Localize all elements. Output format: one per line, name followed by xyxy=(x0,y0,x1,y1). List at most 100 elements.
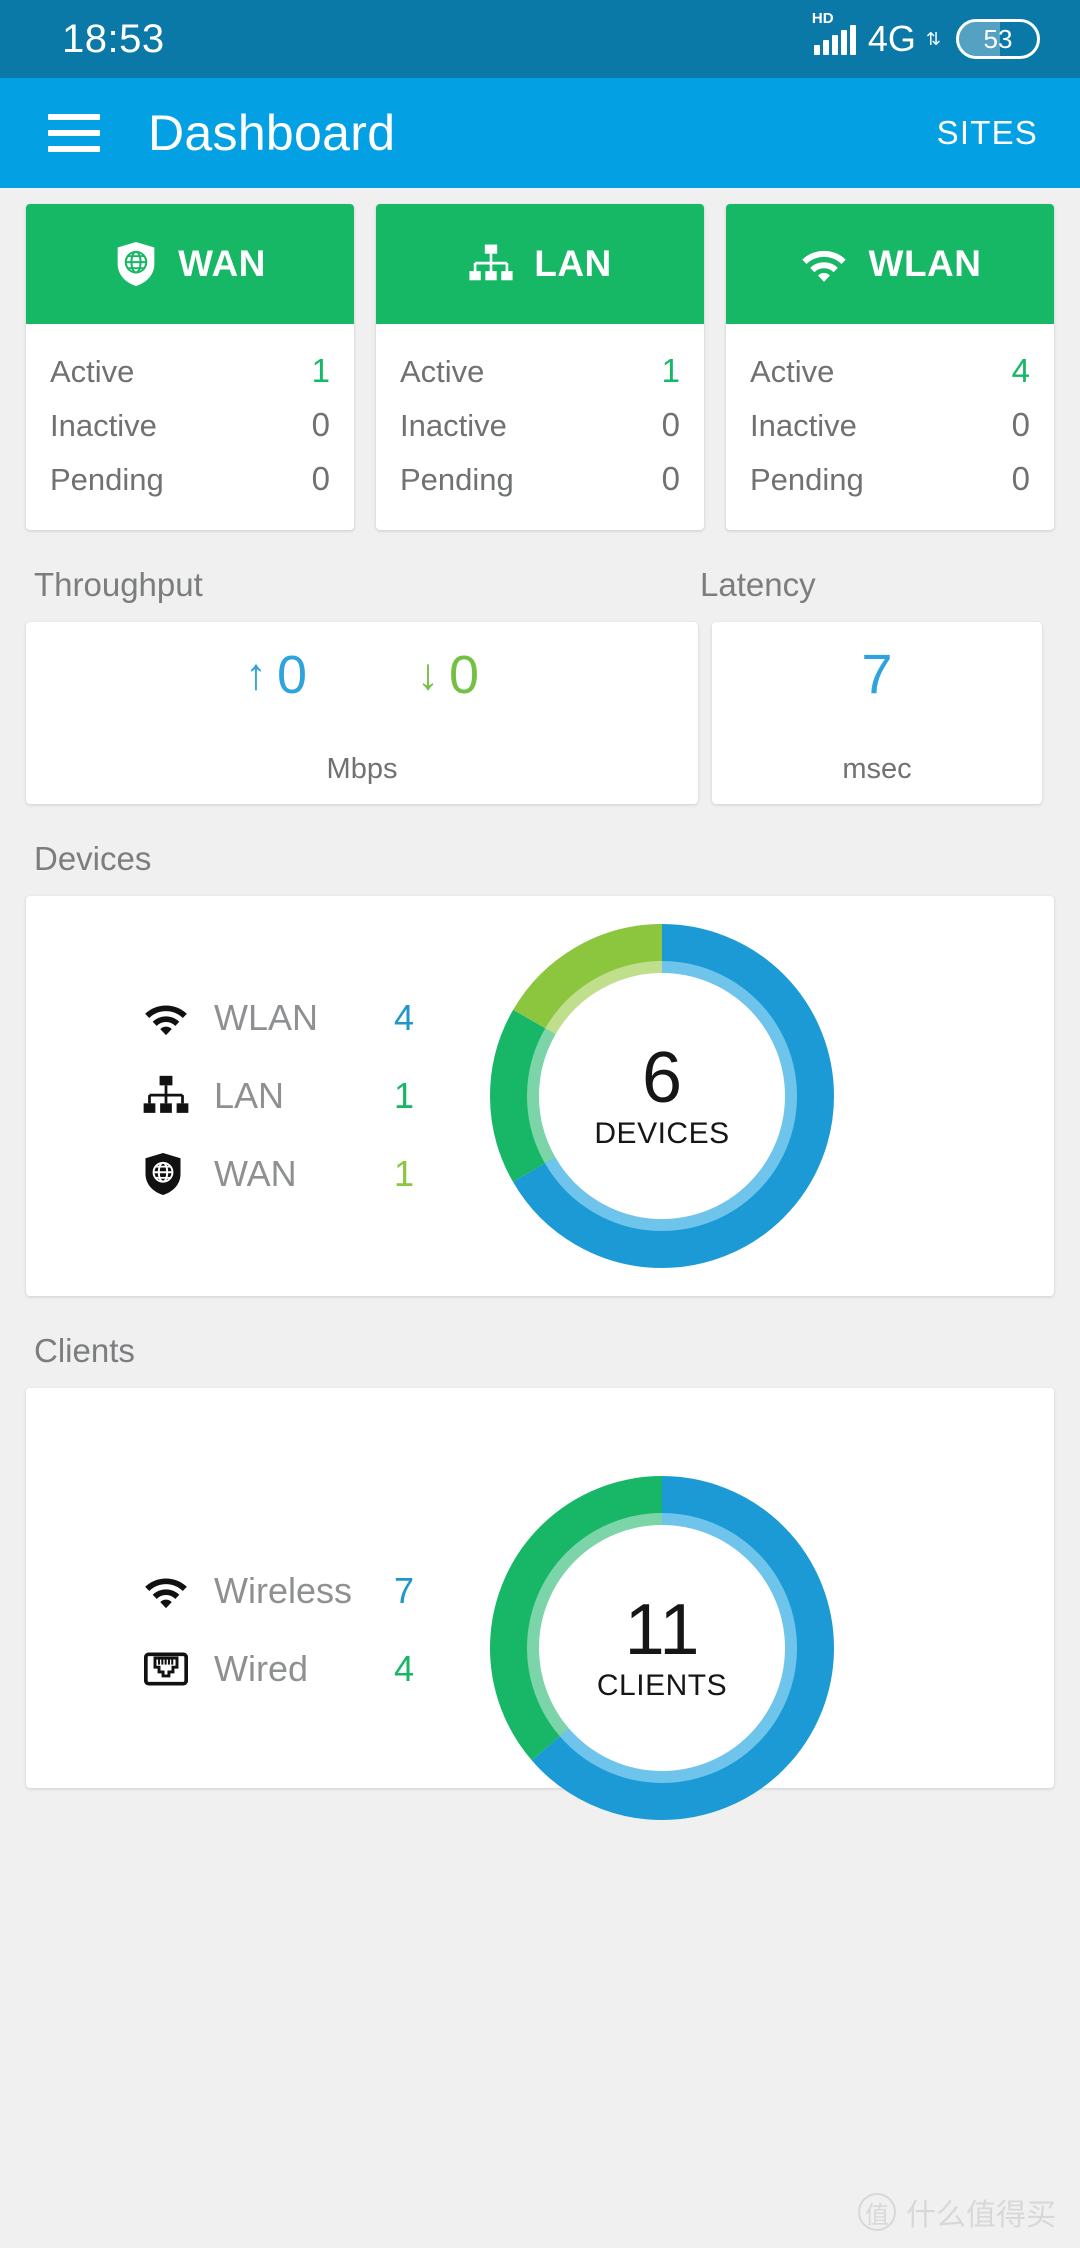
devices-legend-lan-value: 1 xyxy=(394,1075,415,1116)
watermark: 值 什么值得买 xyxy=(858,2190,1056,2234)
app-bar: Dashboard SITES xyxy=(0,78,1080,188)
clients-legend-wireless: Wireless 7 xyxy=(142,1552,446,1630)
wlan-active-value: 4 xyxy=(1011,352,1030,389)
lan-active-label: Active xyxy=(400,354,485,389)
app-root: 18:53 HD 4G ⇅ 53 Dashboard SITES WAN Act… xyxy=(0,0,1080,2248)
battery-icon: 53 xyxy=(956,19,1040,59)
wifi-icon xyxy=(142,999,214,1037)
wlan-active-row: Active 4 xyxy=(750,344,1030,398)
watermark-text: 什么值得买 xyxy=(906,2199,1056,2232)
devices-legend-wlan: WLAN 4 xyxy=(142,979,446,1057)
throughput-card[interactable]: ↑ 0 ↓ 0 Mbps xyxy=(26,622,698,804)
lan-active-row: Active 1 xyxy=(400,344,680,398)
wan-inactive-label: Inactive xyxy=(50,408,157,443)
devices-legend-wan-value: 1 xyxy=(394,1153,415,1194)
clients-legend-wired-label: Wired xyxy=(214,1648,309,1689)
status-bar-clock: 18:53 xyxy=(62,16,165,61)
wan-card-title: WAN xyxy=(178,243,266,284)
lan-active-value: 1 xyxy=(661,352,680,389)
wan-inactive-row: Inactive 0 xyxy=(50,398,330,452)
wan-status-card[interactable]: WAN Active 1 Inactive 0 Pending 0 xyxy=(26,204,354,530)
clients-legend-wireless-label: Wireless xyxy=(214,1570,353,1611)
upload-value: 0 xyxy=(276,645,307,705)
devices-legend-wan: WAN 1 xyxy=(142,1135,446,1213)
wan-pending-value: 0 xyxy=(311,460,330,497)
throughput-section-label: Throughput xyxy=(34,566,203,603)
clients-legend-wired-value: 4 xyxy=(394,1648,415,1689)
status-bar-indicators: HD 4G ⇅ 53 xyxy=(812,11,1040,60)
lan-inactive-label: Inactive xyxy=(400,408,507,443)
wan-pending-row: Pending 0 xyxy=(50,452,330,506)
lan-inactive-row: Inactive 0 xyxy=(400,398,680,452)
arrow-down-icon: ↓ xyxy=(417,650,439,699)
wlan-pending-row: Pending 0 xyxy=(750,452,1030,506)
latency-section-label: Latency xyxy=(700,566,816,603)
lan-pending-row: Pending 0 xyxy=(400,452,680,506)
shield-globe-icon xyxy=(142,1150,214,1198)
network-hierarchy-icon xyxy=(142,1074,214,1118)
lan-pending-value: 0 xyxy=(661,460,680,497)
lan-inactive-value: 0 xyxy=(661,406,680,443)
wifi-icon xyxy=(142,1572,214,1610)
wan-active-row: Active 1 xyxy=(50,344,330,398)
devices-section-label: Devices xyxy=(34,840,152,877)
devices-donut-chart: 6 DEVICES xyxy=(482,916,842,1276)
sites-button[interactable]: SITES xyxy=(937,114,1038,152)
main-content: WAN Active 1 Inactive 0 Pending 0 LAN Ac… xyxy=(0,188,1080,1820)
clients-section-label: Clients xyxy=(34,1332,135,1369)
wlan-inactive-label: Inactive xyxy=(750,408,857,443)
upload-throughput: ↑ 0 xyxy=(245,648,307,702)
wan-pending-label: Pending xyxy=(50,462,164,497)
devices-legend-wlan-value: 4 xyxy=(394,997,415,1038)
lan-status-card[interactable]: LAN Active 1 Inactive 0 Pending 0 xyxy=(376,204,704,530)
clients-donut-chart: 11 CLIENTS xyxy=(482,1468,842,1828)
throughput-latency-row: ↑ 0 ↓ 0 Mbps 7 msec xyxy=(0,622,1080,804)
devices-legend-lan: LAN 1 xyxy=(142,1057,446,1135)
watermark-badge: 值 xyxy=(858,2193,896,2231)
wlan-status-card[interactable]: WLAN Active 4 Inactive 0 Pending 0 xyxy=(726,204,1054,530)
network-status-cards: WAN Active 1 Inactive 0 Pending 0 LAN Ac… xyxy=(0,188,1080,530)
lan-card-header: LAN xyxy=(376,204,704,324)
wifi-icon xyxy=(801,250,846,282)
wan-card-body: Active 1 Inactive 0 Pending 0 xyxy=(26,324,354,530)
lan-card-title: LAN xyxy=(534,243,612,284)
wlan-inactive-value: 0 xyxy=(1011,406,1030,443)
clients-legend-wired: Wired 4 xyxy=(142,1630,446,1708)
ethernet-port-icon xyxy=(142,1647,214,1691)
wlan-pending-value: 0 xyxy=(1011,460,1030,497)
wlan-card-header: WLAN xyxy=(726,204,1054,324)
shield-globe-icon xyxy=(117,242,155,286)
clients-card[interactable]: Wireless 7 Wired 4 11 CLIENTS xyxy=(26,1388,1054,1820)
arrow-up-icon: ↑ xyxy=(244,650,267,699)
devices-card[interactable]: WLAN 4 LAN 1 WAN 1 6 DEVICES xyxy=(26,896,1054,1296)
download-throughput: ↓ 0 xyxy=(417,648,479,702)
latency-value: 7 xyxy=(861,642,893,705)
network-hierarchy-icon xyxy=(469,244,513,281)
download-value: 0 xyxy=(449,645,480,705)
page-title: Dashboard xyxy=(148,105,396,161)
latency-card[interactable]: 7 msec xyxy=(712,622,1042,804)
latency-unit-label: msec xyxy=(842,753,912,785)
devices-legend-wlan-label: WLAN xyxy=(214,997,319,1038)
clients-legend-wireless-value: 7 xyxy=(394,1570,415,1611)
devices-legend: WLAN 4 LAN 1 WAN 1 xyxy=(26,979,446,1213)
devices-legend-lan-label: LAN xyxy=(214,1075,285,1116)
throughput-values: ↑ 0 ↓ 0 xyxy=(26,622,698,702)
clients-legend: Wireless 7 Wired 4 xyxy=(26,1468,446,1708)
throughput-unit-label: Mbps xyxy=(326,753,398,785)
wlan-pending-label: Pending xyxy=(750,462,864,497)
battery-level-label: 53 xyxy=(983,23,1013,54)
hamburger-menu-icon[interactable] xyxy=(48,114,100,152)
wlan-card-title: WLAN xyxy=(868,243,982,284)
wlan-active-label: Active xyxy=(750,354,835,389)
wan-card-header: WAN xyxy=(26,204,354,324)
lan-card-body: Active 1 Inactive 0 Pending 0 xyxy=(376,324,704,530)
wlan-inactive-row: Inactive 0 xyxy=(750,398,1030,452)
throughput-latency-labels: Throughput Latency xyxy=(0,530,1080,622)
network-type-label: 4G xyxy=(867,18,916,59)
wan-active-value: 1 xyxy=(311,352,330,389)
status-bar: 18:53 HD 4G ⇅ 53 xyxy=(0,0,1080,78)
wlan-card-body: Active 4 Inactive 0 Pending 0 xyxy=(726,324,1054,530)
signal-strength-icon: HD xyxy=(812,11,856,55)
devices-legend-wan-label: WAN xyxy=(214,1153,297,1194)
